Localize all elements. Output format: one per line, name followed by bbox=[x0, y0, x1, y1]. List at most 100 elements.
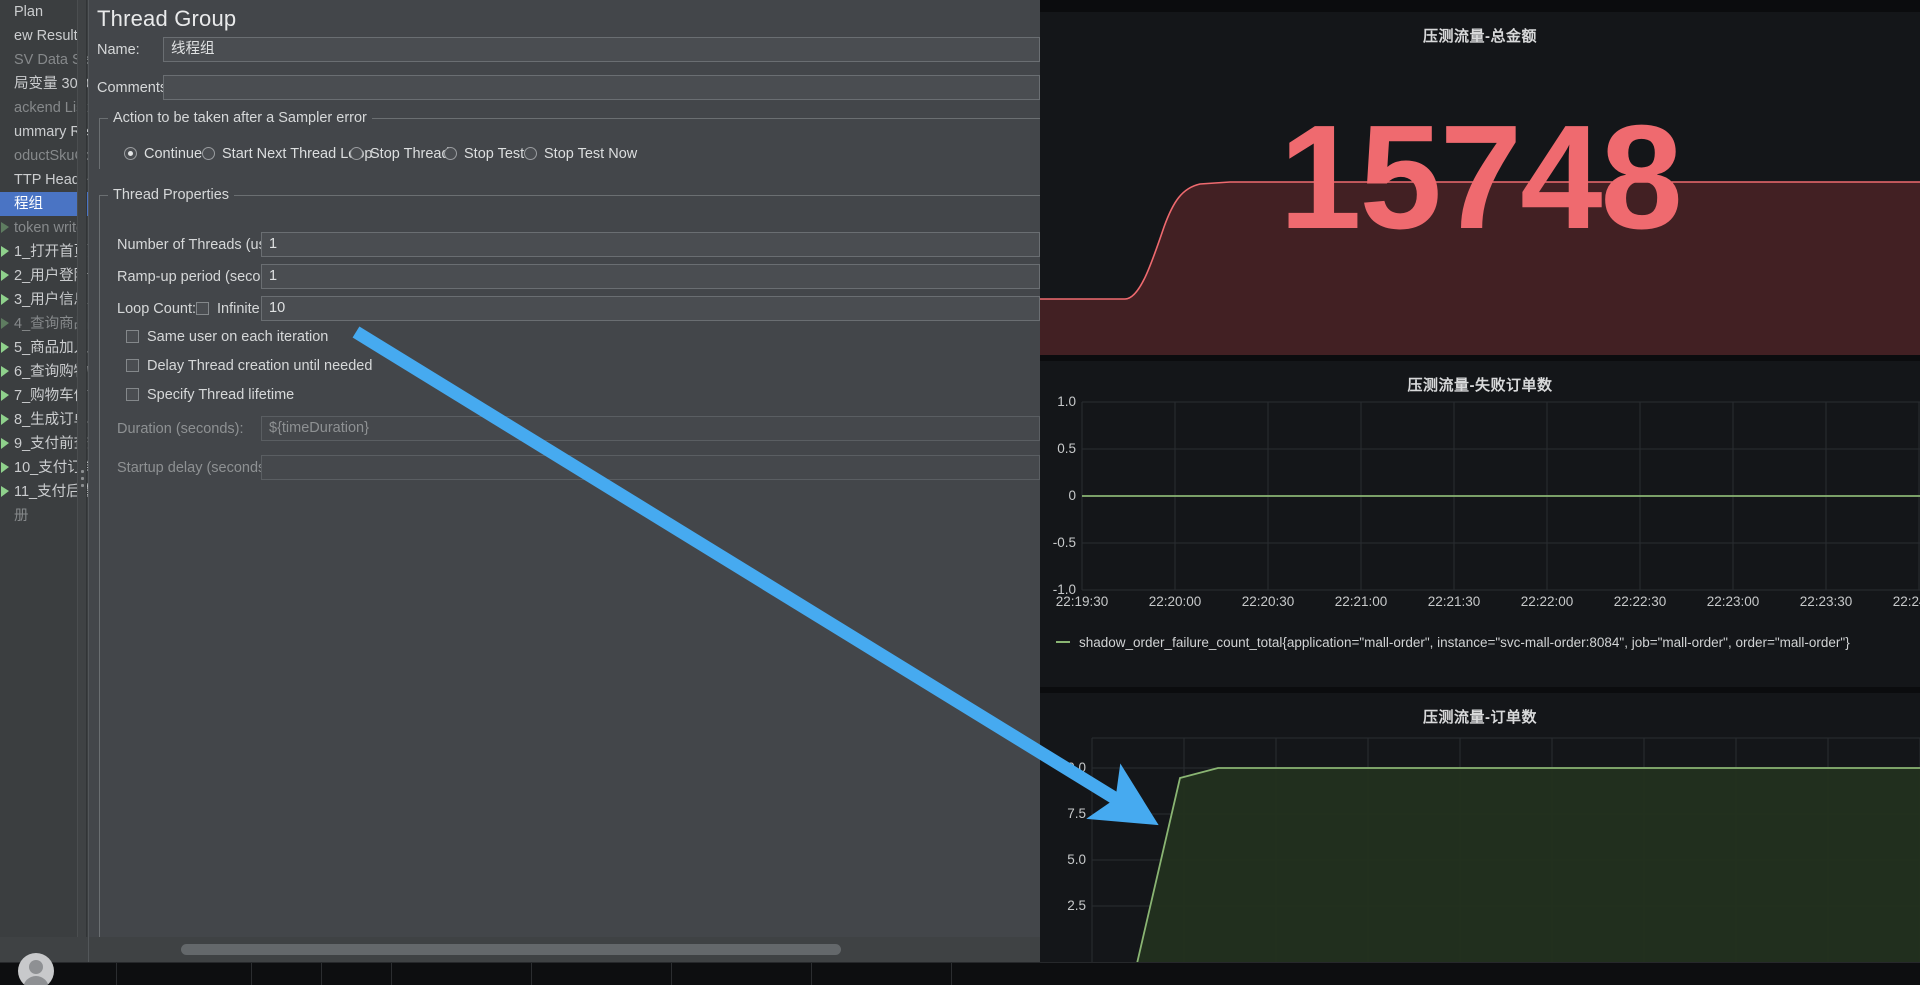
legend-item[interactable]: shadow_order_failure_count_total{applica… bbox=[1056, 635, 1850, 650]
comments-input[interactable] bbox=[163, 75, 1040, 100]
radio-continue-label: Continue bbox=[144, 146, 203, 162]
radio-dot-icon bbox=[350, 147, 363, 160]
tree-item-bullet-icon bbox=[0, 509, 11, 522]
x-tick: 22:22:00 bbox=[1520, 594, 1574, 609]
tree-item-bullet-icon bbox=[0, 5, 11, 18]
number-of-threads-input[interactable]: 1 bbox=[261, 232, 1040, 257]
name-label: Name: bbox=[97, 42, 140, 58]
x-tick: 22:23:00 bbox=[1706, 594, 1760, 609]
radio-stop-test-now[interactable]: Stop Test Now bbox=[524, 146, 637, 162]
tree-item-bullet-icon bbox=[0, 221, 11, 234]
duration-input[interactable]: ${timeDuration} bbox=[261, 416, 1040, 441]
rampup-period-input[interactable]: 1 bbox=[261, 264, 1040, 289]
scrollbar-thumb[interactable] bbox=[181, 944, 841, 955]
x-tick: 22:21:00 bbox=[1334, 594, 1388, 609]
page-title: Thread Group bbox=[97, 6, 237, 31]
comments-row: Comments: bbox=[89, 75, 1040, 101]
horizontal-scrollbar[interactable] bbox=[88, 937, 1040, 962]
delay-thread-creation-checkbox[interactable]: Delay Thread creation until needed bbox=[126, 358, 372, 374]
legend-series-label: shadow_order_failure_count_total{applica… bbox=[1079, 635, 1850, 650]
tree-item-bullet-icon bbox=[0, 245, 11, 258]
delay-thread-creation-label: Delay Thread creation until needed bbox=[147, 358, 373, 374]
radio-stop-thread[interactable]: Stop Thread bbox=[350, 146, 450, 162]
x-tick: 22:22:30 bbox=[1613, 594, 1667, 609]
loop-count-input[interactable]: 10 bbox=[261, 296, 1040, 321]
sampler-error-group: Action to be taken after a Sampler error… bbox=[99, 110, 1040, 169]
radio-stop-thread-label: Stop Thread bbox=[370, 146, 450, 162]
x-tick: 22:19:30 bbox=[1055, 594, 1109, 609]
taskbar-divider bbox=[671, 963, 672, 985]
group-border-left bbox=[99, 118, 100, 169]
taskbar-divider bbox=[391, 963, 392, 985]
tree-item-bullet-icon bbox=[0, 317, 11, 330]
divider-grip-dots bbox=[81, 470, 84, 491]
taskbar-divider bbox=[321, 963, 322, 985]
checkbox-box-icon bbox=[196, 302, 209, 315]
duration-label: Duration (seconds): bbox=[117, 421, 244, 437]
taskbar-divider bbox=[251, 963, 252, 985]
startup-delay-row: Startup delay (seconds): bbox=[99, 455, 1040, 481]
legend-color-swatch bbox=[1056, 641, 1070, 643]
panel-total-amount[interactable]: 压测流量-总金额 15748 bbox=[1040, 12, 1920, 355]
avatar-head-icon bbox=[29, 960, 43, 974]
split-pane-divider[interactable] bbox=[77, 0, 87, 962]
name-input[interactable]: 线程组 bbox=[163, 37, 1040, 62]
same-user-label: Same user on each iteration bbox=[147, 329, 329, 345]
tree-item-bullet-icon bbox=[0, 197, 11, 210]
radio-continue[interactable]: Continue bbox=[124, 146, 202, 162]
radio-stop-test-now-label: Stop Test Now bbox=[544, 146, 638, 162]
duration-row: Duration (seconds): ${timeDuration} bbox=[99, 416, 1040, 442]
taskbar-divider bbox=[116, 963, 117, 985]
thread-group-config-pane: Thread Group Name: 线程组 Comments: Action … bbox=[88, 0, 1040, 937]
tree-item-bullet-icon bbox=[0, 413, 11, 426]
taskbar-divider bbox=[811, 963, 812, 985]
rampup-period-row: Ramp-up period (seconds): 1 bbox=[99, 264, 1040, 290]
radio-dot-icon bbox=[444, 147, 457, 160]
taskbar[interactable] bbox=[0, 953, 1920, 985]
screen: Planew Results TreeSV Data Set Co局变量 302… bbox=[0, 0, 1920, 985]
name-row: Name: 线程组 bbox=[89, 37, 1040, 63]
tree-item-bullet-icon bbox=[0, 293, 11, 306]
panel-failure-order-count[interactable]: 压测流量-失败订单数 1.0 0.5 0 -0.5 -1.0 22:19:30 … bbox=[1040, 361, 1920, 687]
startup-delay-input[interactable] bbox=[261, 455, 1040, 480]
sampler-error-group-title: Action to be taken after a Sampler error bbox=[108, 110, 372, 126]
x-tick: 22:23:30 bbox=[1799, 594, 1853, 609]
radio-dot-icon bbox=[124, 147, 137, 160]
infinite-checkbox[interactable]: Infinite bbox=[196, 296, 260, 322]
tree-item-bullet-icon bbox=[0, 29, 11, 42]
tree-item-bullet-icon bbox=[0, 125, 11, 138]
jmeter-window: Planew Results TreeSV Data Set Co局变量 302… bbox=[0, 0, 1040, 962]
x-tick: 22:21:30 bbox=[1427, 594, 1481, 609]
radio-start-next-thread-loop[interactable]: Start Next Thread Loop bbox=[202, 146, 372, 162]
tree-item-bullet-icon bbox=[0, 485, 11, 498]
tree-item-bullet-icon bbox=[0, 53, 11, 66]
radio-dot-icon bbox=[202, 147, 215, 160]
checkbox-box-icon bbox=[126, 330, 139, 343]
taskbar-divider bbox=[531, 963, 532, 985]
avatar-body-icon bbox=[23, 976, 49, 985]
same-user-checkbox[interactable]: Same user on each iteration bbox=[126, 329, 328, 345]
tree-item-bullet-icon bbox=[0, 101, 11, 114]
grafana-dashboard: 压测流量-总金额 15748 压测流量-失败订单数 1.0 0.5 0 -0.5… bbox=[1040, 0, 1920, 962]
loop-count-row: Loop Count: Infinite 10 bbox=[99, 296, 1040, 322]
tree-item-bullet-icon bbox=[0, 389, 11, 402]
tree-item-bullet-icon bbox=[0, 461, 11, 474]
group-border-top bbox=[99, 195, 1040, 196]
checkbox-box-icon bbox=[126, 359, 139, 372]
panel-order-count[interactable]: 压测流量-订单数 10.0 10.0 7.5 5.0 2.5 bbox=[1040, 693, 1920, 962]
radio-dot-icon bbox=[524, 147, 537, 160]
radio-stop-test[interactable]: Stop Test bbox=[444, 146, 524, 162]
tree-item-bullet-icon bbox=[0, 341, 11, 354]
tree-item-label: 程组 bbox=[14, 196, 43, 212]
thread-properties-group-title: Thread Properties bbox=[108, 187, 235, 203]
specify-thread-lifetime-checkbox[interactable]: Specify Thread lifetime bbox=[126, 387, 294, 403]
tree-item-bullet-icon bbox=[0, 269, 11, 282]
order-count-plot bbox=[1091, 737, 1920, 962]
x-tick: 22:20:30 bbox=[1241, 594, 1295, 609]
tree-item-bullet-icon bbox=[0, 77, 11, 90]
x-tick: 22:24:00 bbox=[1892, 594, 1920, 609]
tree-item-bullet-icon bbox=[0, 365, 11, 378]
tree-item-label: 册 bbox=[14, 508, 29, 524]
infinite-label: Infinite bbox=[217, 301, 260, 317]
avatar[interactable] bbox=[18, 953, 54, 985]
